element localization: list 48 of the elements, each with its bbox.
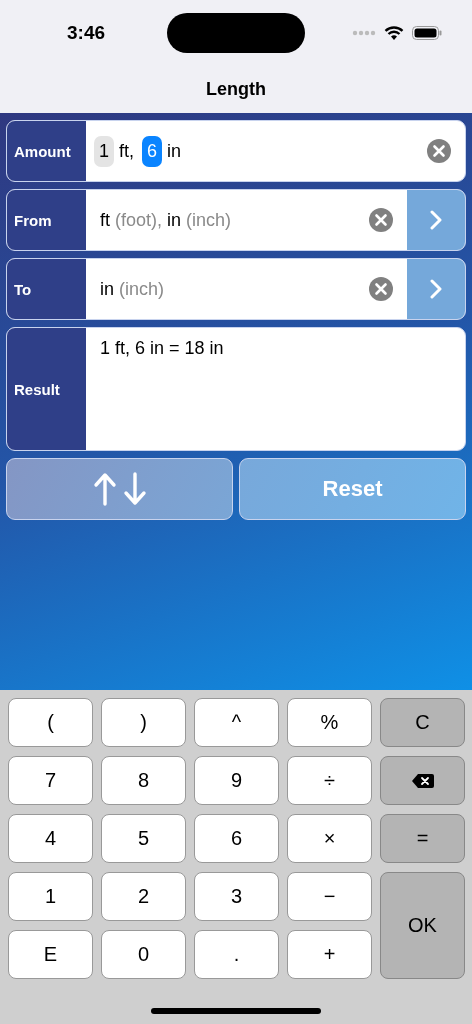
keypad-key[interactable]: 0 [101, 930, 186, 979]
status-time: 3:46 [67, 22, 107, 44]
clear-icon[interactable] [427, 139, 451, 163]
number-token[interactable]: 6 [142, 135, 163, 167]
swap-button[interactable] [6, 458, 233, 520]
unit-text: ft, [119, 140, 135, 162]
keypad-key[interactable]: OK [380, 872, 465, 979]
keypad-key[interactable]: 5 [101, 814, 186, 863]
keypad-key[interactable]: 6 [194, 814, 279, 863]
keypad-key[interactable]: 2 [101, 872, 186, 921]
keypad-key[interactable]: C [380, 698, 465, 747]
keypad-key[interactable]: ÷ [287, 756, 372, 805]
clear-icon[interactable] [369, 208, 393, 232]
keypad-key[interactable]: 3 [194, 872, 279, 921]
chevron-icon [430, 279, 442, 299]
keypad-key[interactable]: × [287, 814, 372, 863]
keypad-key[interactable]: 9 [194, 756, 279, 805]
row-label: Result [7, 328, 86, 450]
nav-title: Length [206, 79, 266, 100]
keypad-key[interactable]: ^ [194, 698, 279, 747]
wifi-icon [384, 25, 404, 41]
number-token[interactable]: 1 [94, 135, 114, 167]
backspace-icon [411, 773, 434, 788]
keypad-key[interactable]: ) [101, 698, 186, 747]
keypad-key[interactable]: 7 [8, 756, 93, 805]
battery-icon [412, 26, 442, 40]
keypad-key[interactable]: % [287, 698, 372, 747]
backspace-key[interactable] [380, 756, 465, 805]
signal-icon [352, 30, 376, 36]
row-label: From [7, 190, 86, 250]
keypad-key[interactable]: 8 [101, 756, 186, 805]
keypad-key[interactable]: 1 [8, 872, 93, 921]
unit-text: in [167, 140, 182, 162]
unit-field-value[interactable]: ft (foot), in (inch) [100, 209, 232, 231]
keypad-key[interactable]: . [194, 930, 279, 979]
row-label: To [7, 259, 86, 319]
clear-icon[interactable] [369, 277, 393, 301]
keypad-key[interactable]: + [287, 930, 372, 979]
result-text: 1 ft, 6 in = 18 in [100, 338, 224, 359]
chevron-icon [430, 210, 442, 230]
keypad-key[interactable]: 4 [8, 814, 93, 863]
keypad-key[interactable]: = [380, 814, 465, 863]
swap-icon [92, 472, 147, 506]
keypad-key[interactable]: E [8, 930, 93, 979]
keypad-key[interactable]: ( [8, 698, 93, 747]
row-label: Amount [7, 121, 86, 181]
unit-field-value[interactable]: in (inch) [100, 278, 165, 300]
keypad-key[interactable]: − [287, 872, 372, 921]
